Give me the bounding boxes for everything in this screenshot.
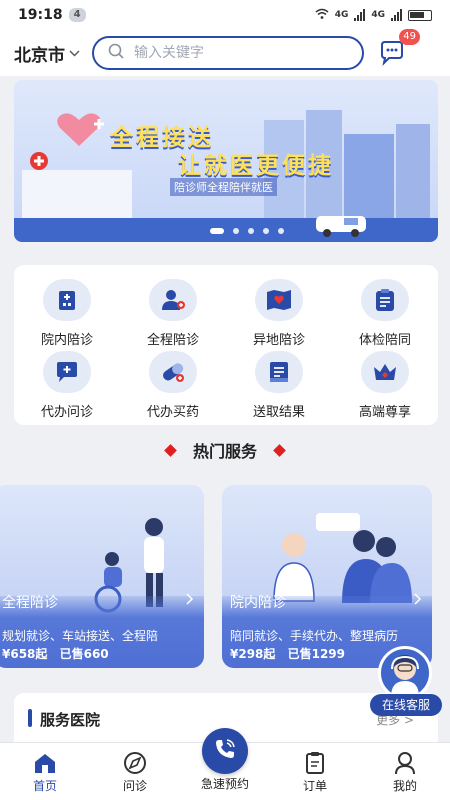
online-service-label: 在线客服 [370, 694, 442, 716]
service-card-price: ¥658起 [2, 647, 48, 661]
signal-icon-2 [391, 9, 402, 21]
service-item-consult[interactable]: 代办问诊 [14, 351, 120, 420]
tab-mine[interactable]: 我的 [370, 749, 440, 794]
pagination-dot[interactable] [210, 228, 224, 234]
network-label-2: 4G [371, 10, 385, 20]
service-label: 代办问诊 [40, 405, 93, 420]
service-card-sold: 已售660 [59, 647, 109, 661]
urgent-booking-button[interactable] [202, 728, 248, 774]
checkup-icon [361, 279, 409, 321]
service-item-inhospital[interactable]: 院内陪诊 [14, 279, 120, 348]
service-label: 代办买药 [146, 405, 199, 420]
diamond-decoration-icon [164, 443, 177, 457]
tab-label: 订单 [302, 779, 327, 793]
message-icon [378, 41, 406, 71]
compass-icon [100, 749, 170, 777]
banner-pagination [210, 228, 284, 234]
map-heart-icon [255, 279, 303, 321]
search-bar[interactable] [92, 36, 364, 70]
wifi-icon [315, 8, 329, 23]
medical-cross-icon [30, 152, 48, 174]
service-card-price-row: ¥298起 已售1299 [230, 645, 345, 662]
building-illustration [396, 124, 430, 220]
tab-label: 我的 [392, 779, 417, 793]
city-selector[interactable]: 北京市 [14, 41, 80, 66]
services-grid: 院内陪诊 全程陪诊 异地陪诊 体检陪同 代办问诊 代办买药 送取结果 高端尊享 [14, 265, 438, 425]
service-label: 高端尊享 [358, 405, 411, 420]
service-item-medicine[interactable]: 代办买药 [120, 351, 226, 420]
search-input[interactable] [134, 45, 334, 61]
chevron-down-icon [69, 47, 80, 60]
clock: 19:18 [18, 7, 63, 23]
service-card-price: ¥298起 [230, 647, 276, 661]
message-count-badge: 49 [399, 29, 420, 45]
city-label: 北京市 [14, 45, 65, 66]
service-card-desc: 陪同就诊、手续代办、整理病历 [230, 629, 399, 643]
service-card-sold: 已售1299 [287, 647, 345, 661]
tab-label: 急速预约 [200, 777, 249, 791]
diamond-decoration-icon [273, 443, 286, 457]
report-icon [255, 351, 303, 393]
user-icon [370, 749, 440, 777]
message-button[interactable]: 49 [378, 29, 420, 67]
pill-icon [149, 351, 197, 393]
service-card-desc: 规划就诊、车站接送、全程陪 [2, 629, 159, 643]
section-accent-bar [28, 709, 32, 727]
service-label: 全程陪诊 [146, 333, 199, 348]
hospital-section-title: 服务医院 [40, 711, 101, 729]
service-card-full[interactable]: 全程陪诊 规划就诊、车站接送、全程陪 ¥658起 已售660 [0, 485, 204, 668]
notification-count-badge: 4 [68, 8, 86, 22]
tab-label: 问诊 [122, 779, 147, 793]
service-card-inhospital[interactable]: 院内陪诊 陪同就诊、手续代办、整理病历 ¥298起 已售1299 [222, 485, 432, 668]
pagination-dot[interactable] [233, 228, 239, 234]
tab-orders[interactable]: 订单 [280, 749, 350, 794]
service-item-premium[interactable]: 高端尊享 [332, 351, 438, 420]
service-card-price-row: ¥658起 已售660 [2, 645, 109, 662]
phone-icon [213, 737, 237, 765]
ambulance-illustration [314, 212, 370, 242]
customer-service-avatar-icon [378, 646, 432, 700]
home-icon [10, 749, 80, 777]
banner-title-line2: 让就医更便捷 [178, 153, 334, 179]
service-label: 院内陪诊 [40, 333, 93, 348]
service-item-checkup[interactable]: 体检陪同 [332, 279, 438, 348]
top-header: 北京市 49 [0, 29, 450, 76]
tab-consult[interactable]: 问诊 [100, 749, 170, 794]
search-icon [108, 43, 124, 63]
hot-services-title: 热门服务 [192, 442, 257, 461]
hot-services-heading: 热门服务 [0, 438, 450, 462]
service-item-remote[interactable]: 异地陪诊 [226, 279, 332, 348]
pagination-dot[interactable] [278, 228, 284, 234]
battery-icon [408, 9, 432, 21]
building-illustration [344, 134, 394, 220]
tab-home[interactable]: 首页 [10, 749, 80, 794]
service-label: 异地陪诊 [252, 333, 305, 348]
pagination-dot[interactable] [248, 228, 254, 234]
network-label: 4G [334, 10, 349, 20]
companion-icon [149, 279, 197, 321]
service-card-name: 院内陪诊 [230, 595, 286, 611]
chat-plus-icon [43, 351, 91, 393]
banner-subtitle: 陪诊师全程陪伴就医 [170, 178, 277, 196]
service-label: 送取结果 [252, 405, 305, 420]
online-service-button[interactable]: 在线客服 [370, 646, 442, 718]
hospital-icon [43, 279, 91, 321]
tab-urgent[interactable]: 急速预约 [190, 775, 260, 792]
service-card-name: 全程陪诊 [2, 595, 58, 611]
clipboard-icon [280, 749, 350, 777]
service-label: 体检陪同 [358, 333, 411, 348]
hospital-building-illustration [22, 170, 132, 222]
status-bar: 19:18 4 4G 4G [0, 0, 450, 30]
signal-icon [354, 9, 366, 21]
service-item-results[interactable]: 送取结果 [226, 351, 332, 420]
promo-banner[interactable]: 全程接送 让就医更便捷 陪诊师全程陪伴就医 [14, 80, 438, 242]
pagination-dot[interactable] [263, 228, 269, 234]
chevron-right-icon [414, 593, 422, 608]
service-item-full[interactable]: 全程陪诊 [120, 279, 226, 348]
tab-label: 首页 [32, 779, 57, 793]
crown-icon [361, 351, 409, 393]
heart-plus-icon [54, 110, 104, 154]
status-icons: 4G 4G [315, 8, 432, 23]
chevron-right-icon [186, 593, 194, 608]
